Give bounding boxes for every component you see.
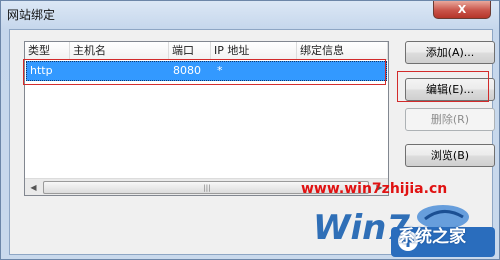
list-header: 类型 主机名 端口 IP 地址 绑定信息 bbox=[25, 42, 388, 60]
highlight-edit-box bbox=[397, 71, 489, 102]
remove-button[interactable]: 删除(R) bbox=[405, 108, 495, 131]
column-header-info[interactable]: 绑定信息 bbox=[297, 42, 388, 60]
highlight-row-box bbox=[23, 59, 386, 85]
browse-button[interactable]: 浏览(B) bbox=[405, 144, 495, 167]
watermark-url: www.win7zhijia.cn bbox=[301, 181, 448, 197]
close-button[interactable]: X bbox=[433, 1, 491, 19]
scroll-left-icon[interactable]: ◀ bbox=[25, 179, 42, 196]
close-icon: X bbox=[457, 3, 467, 16]
column-header-port[interactable]: 端口 bbox=[169, 42, 211, 60]
grip-icon: ||| bbox=[203, 184, 211, 192]
watermark-text: 系统之家 bbox=[398, 227, 466, 247]
column-header-type[interactable]: 类型 bbox=[25, 42, 70, 60]
column-header-host[interactable]: 主机名 bbox=[70, 42, 169, 60]
add-button[interactable]: 添加(A)... bbox=[405, 41, 495, 64]
column-header-ip[interactable]: IP 地址 bbox=[211, 42, 297, 60]
title-bar[interactable]: 网站绑定 X bbox=[1, 1, 500, 29]
window-title: 网站绑定 bbox=[7, 8, 56, 22]
site-bindings-dialog: 网站绑定 X 类型 主机名 端口 IP 地址 绑定信息 http 8080 * … bbox=[0, 0, 500, 260]
